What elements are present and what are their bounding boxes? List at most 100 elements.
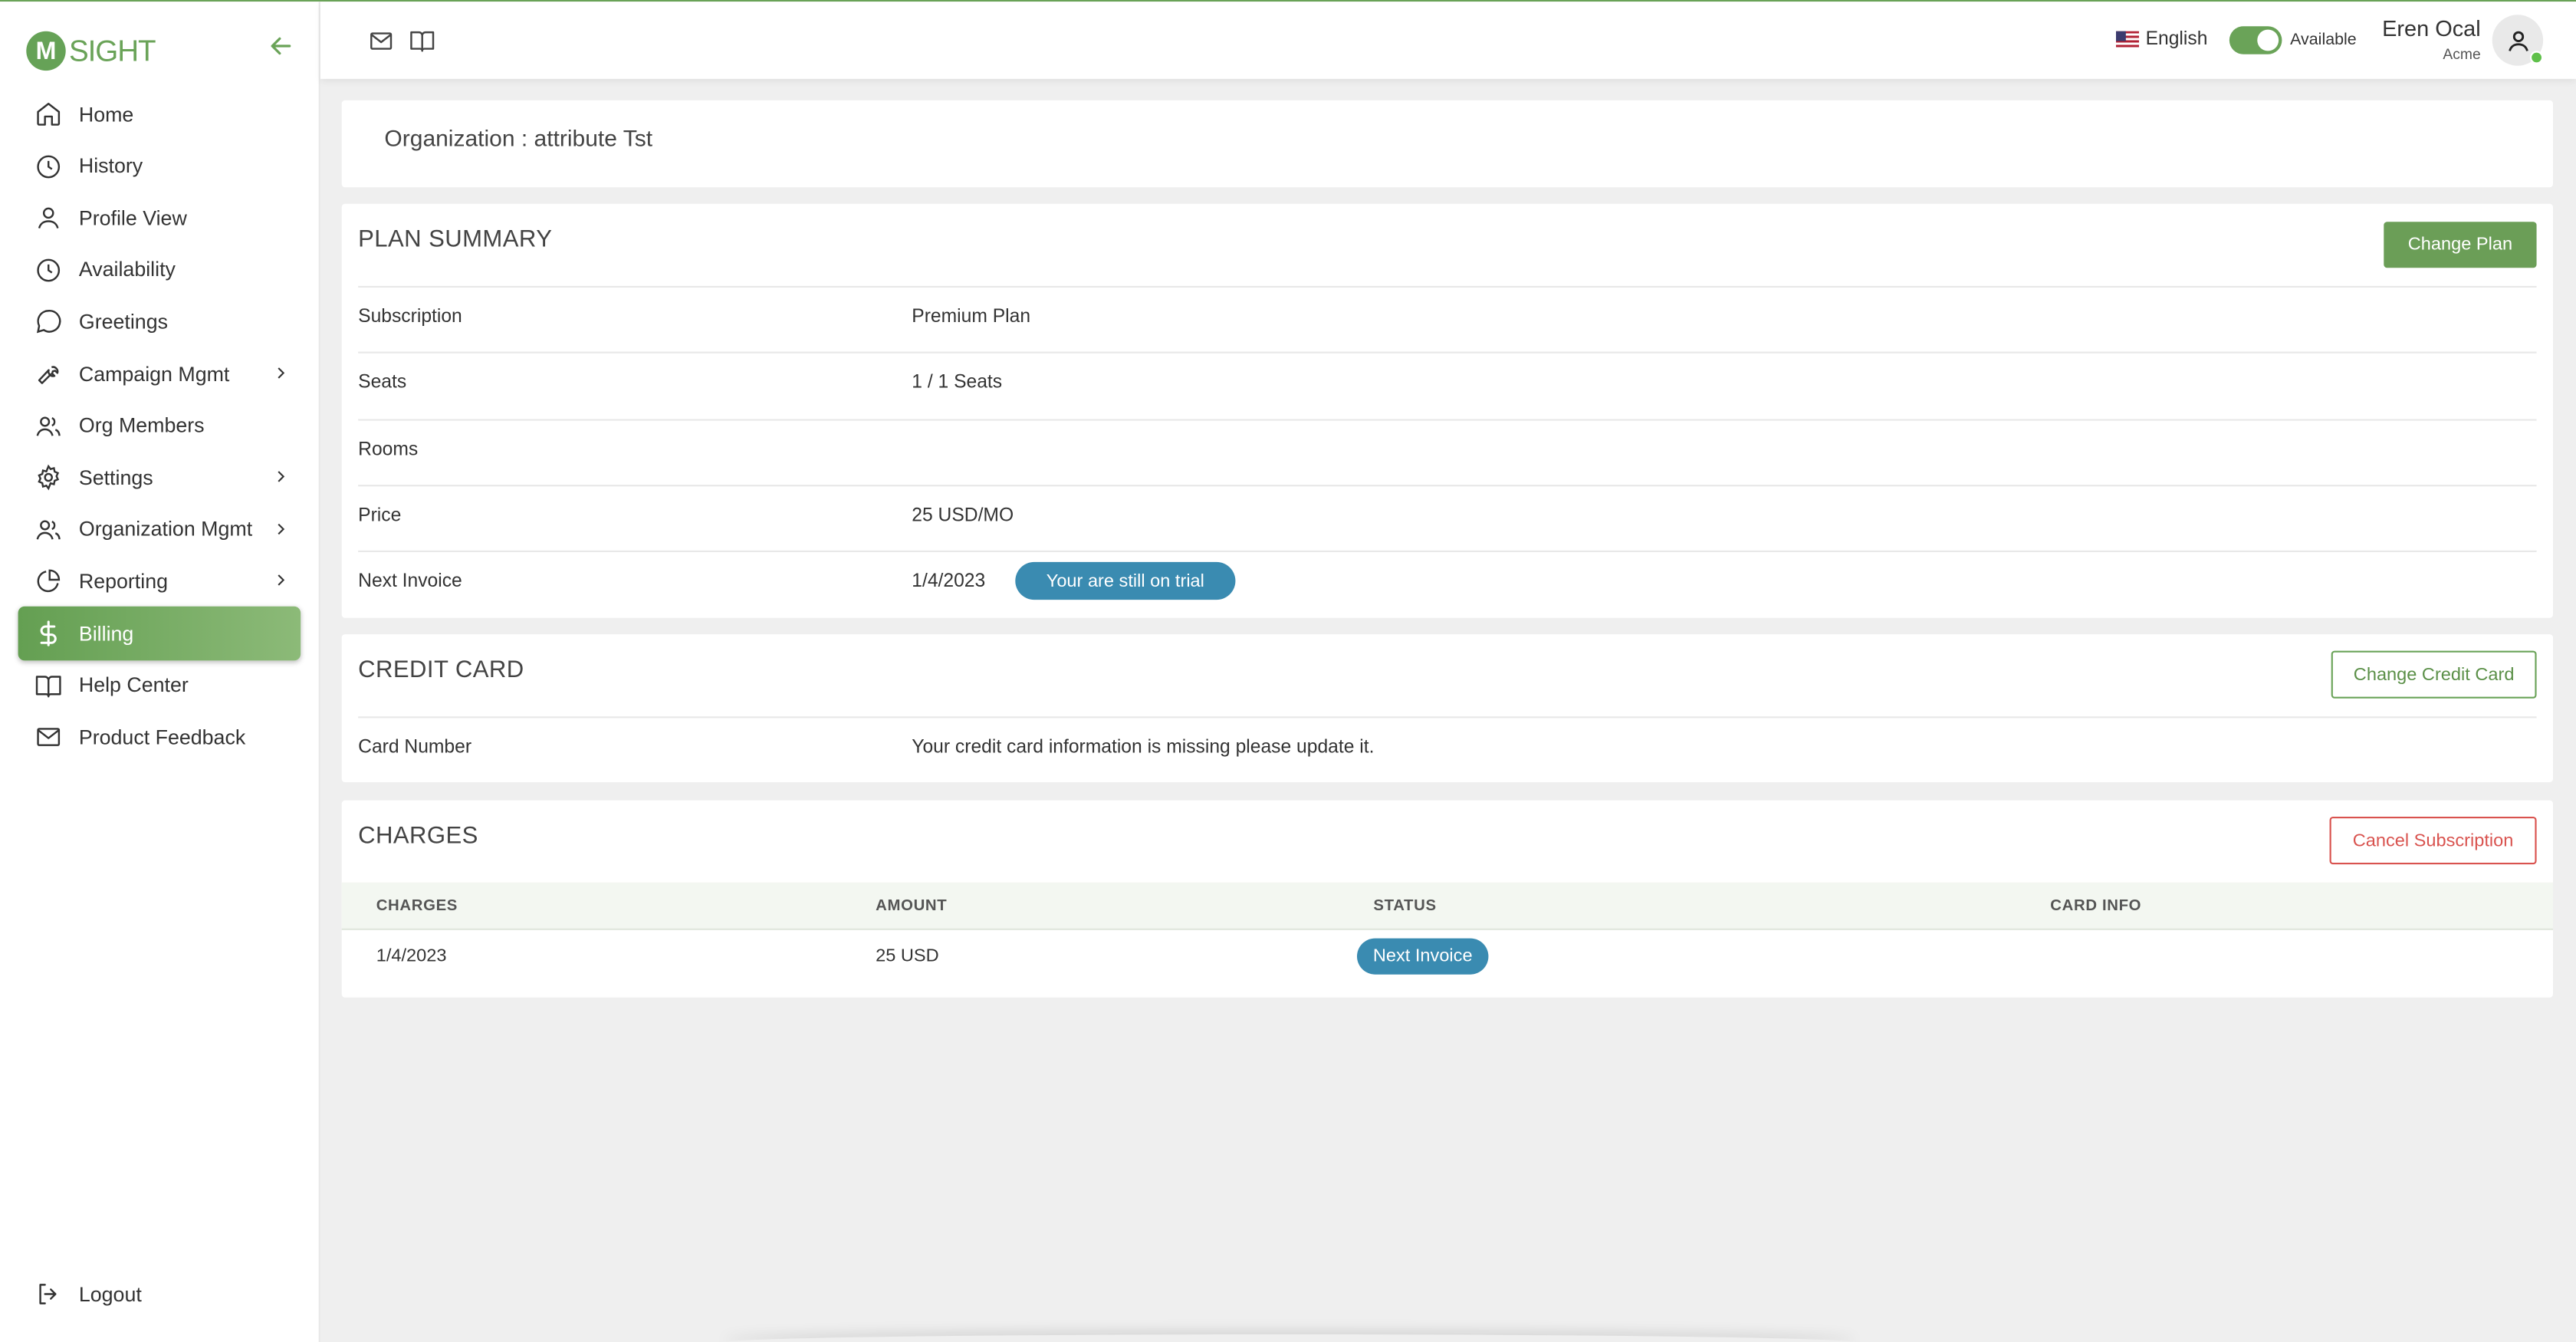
change-plan-button[interactable]: Change Plan [2384, 222, 2537, 268]
row-label: Next Invoice [358, 571, 462, 592]
plan-row-next-invoice: Next Invoice 1/4/2023 Your are still on … [358, 550, 2537, 617]
chevron-right-icon [278, 367, 285, 379]
sidebar-item-campaign-mgmt[interactable]: Campaign Mgmt [18, 347, 301, 401]
availability-toggle[interactable] [2229, 26, 2282, 54]
sidebar-item-label: Availability [78, 258, 176, 282]
sidebar-item-label: Product Feedback [78, 725, 246, 749]
credit-card-card: CREDIT CARD Change Credit Card Card Numb… [341, 634, 2553, 782]
row-label: Price [358, 506, 402, 526]
sidebar-item-history[interactable]: History [18, 139, 301, 193]
charge-date: 1/4/2023 [376, 946, 447, 966]
charges-card: CHARGES Cancel Subscription CHARGES AMOU… [341, 800, 2553, 998]
charges-table-header: CHARGES AMOUNT STATUS CARD INFO [341, 882, 2553, 930]
row-value: 1/4/2023 [912, 571, 986, 592]
table-row: 1/4/2023 25 USD Next Invoice [342, 932, 2553, 981]
home-icon [37, 103, 61, 126]
sidebar-item-availability[interactable]: Availability [18, 243, 301, 298]
plan-row-rooms: Rooms [358, 419, 2537, 485]
sidebar-item-label: Home [78, 102, 134, 126]
sidebar-item-org-members[interactable]: Org Members [18, 399, 301, 453]
column-header-amount: AMOUNT [876, 897, 948, 916]
user-name: Eren Ocal [2382, 16, 2481, 41]
logout-button[interactable]: Logout [34, 1280, 142, 1307]
sidebar-item-label: Greetings [78, 310, 169, 334]
sidebar-item-label: Org Members [78, 414, 205, 438]
sidebar-item-product-feedback[interactable]: Product Feedback [18, 710, 301, 765]
row-value: 1 / 1 Seats [912, 373, 1003, 393]
chevron-right-icon [278, 471, 285, 483]
chevron-right-icon [278, 523, 285, 534]
book-icon [35, 675, 61, 697]
sidebar-item-label: Settings [78, 466, 153, 490]
mail-icon [37, 728, 61, 747]
logout-icon [39, 1284, 57, 1304]
user-icon [38, 208, 59, 229]
language-label: English [2145, 29, 2208, 50]
row-value: 25 USD/MO [912, 506, 1014, 526]
top-bar: English Available Eren Ocal Acme [320, 2, 2576, 79]
clock-icon [37, 258, 61, 282]
language-selector[interactable]: English [2116, 29, 2208, 50]
chat-bubble-icon [36, 310, 61, 334]
app-logo[interactable]: M SIGHT [26, 30, 156, 73]
row-label: Card Number [358, 738, 472, 758]
row-label: Rooms [358, 440, 419, 460]
bottom-shadow [723, 1334, 1857, 1342]
users-icon [36, 520, 61, 540]
sidebar-item-settings[interactable]: Settings [18, 451, 301, 505]
collapse-sidebar-arrow-icon[interactable] [266, 31, 296, 61]
plan-row-subscription: Subscription Premium Plan [358, 285, 2537, 352]
sidebar-item-label: Profile View [78, 206, 187, 230]
page-title: Organization : attribute Tst [384, 124, 653, 152]
organization-card: Organization : attribute Tst [341, 100, 2553, 188]
cancel-subscription-button[interactable]: Cancel Subscription [2329, 817, 2537, 865]
status-badge: Next Invoice [1357, 938, 1489, 975]
wrench-icon [38, 366, 59, 384]
sidebar-nav: Home History Profile View Availability G… [18, 87, 301, 763]
logout-label: Logout [78, 1282, 142, 1306]
online-status-dot [2530, 51, 2544, 64]
plan-summary-card: PLAN SUMMARY Change Plan Subscription Pr… [341, 203, 2553, 618]
sidebar-item-help-center[interactable]: Help Center [18, 659, 301, 713]
sidebar-item-label: Help Center [78, 674, 189, 698]
credit-card-title: CREDIT CARD [358, 657, 524, 684]
row-value: Premium Plan [912, 307, 1031, 327]
column-header-charges: CHARGES [376, 897, 458, 916]
user-org: Acme [2443, 46, 2481, 63]
mail-icon[interactable] [368, 28, 394, 54]
sidebar-item-organization-mgmt[interactable]: Organization Mgmt [18, 502, 301, 557]
book-icon[interactable] [409, 28, 435, 54]
column-header-card-info: CARD INFO [2050, 897, 2142, 916]
sidebar-item-label: Organization Mgmt [78, 518, 253, 541]
row-label: Seats [358, 373, 407, 393]
card-number-value: Your credit card information is missing … [912, 738, 1375, 758]
charges-title: CHARGES [358, 823, 478, 850]
column-header-status: STATUS [1373, 897, 1437, 916]
users-icon [36, 416, 61, 436]
sidebar-item-label: Reporting [78, 570, 169, 594]
sidebar-item-label: Campaign Mgmt [78, 362, 230, 386]
dollar-icon [40, 620, 57, 646]
plan-row-seats: Seats 1 / 1 Seats [358, 351, 2537, 418]
availability-label: Available [2290, 31, 2357, 50]
sidebar-item-greetings[interactable]: Greetings [18, 295, 301, 350]
card-number-row: Card Number Your credit card information… [358, 716, 2537, 782]
row-label: Subscription [358, 307, 462, 327]
charge-amount: 25 USD [876, 946, 939, 966]
user-icon [2508, 30, 2528, 51]
sidebar-item-reporting[interactable]: Reporting [18, 554, 301, 609]
plan-row-price: Price 25 USD/MO [358, 485, 2537, 551]
chevron-right-icon [278, 575, 285, 587]
sidebar: M SIGHT Home History Profile View Availa… [0, 2, 320, 1342]
sidebar-item-home[interactable]: Home [18, 87, 301, 142]
plan-summary-title: PLAN SUMMARY [358, 226, 553, 253]
pie-chart-icon [37, 570, 61, 594]
gear-icon [38, 465, 60, 491]
sidebar-item-label: History [78, 154, 143, 178]
logo-text: SIGHT [69, 33, 156, 67]
change-credit-card-button[interactable]: Change Credit Card [2331, 650, 2537, 699]
sidebar-item-profile-view[interactable]: Profile View [18, 191, 301, 245]
logo-mark: M [26, 31, 66, 71]
sidebar-item-billing[interactable]: Billing [18, 606, 301, 661]
sidebar-item-label: Billing [78, 622, 134, 646]
